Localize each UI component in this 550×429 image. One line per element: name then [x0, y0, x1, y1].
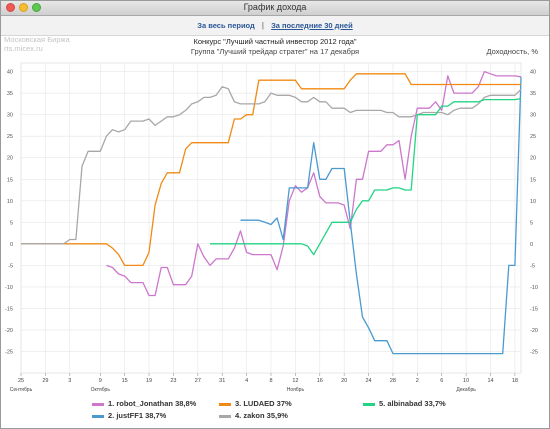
x-month-label: Декабрь [456, 387, 476, 393]
legend-item-zakon[interactable]: 4. zakon 35,9% [219, 411, 288, 420]
x-tick-label: 4 [245, 378, 248, 384]
x-tick-label: 3 [68, 378, 71, 384]
y-tick-label-left: -15 [5, 306, 13, 312]
y-tick-label-right: 40 [530, 70, 536, 76]
y-tick-label-right: 20 [530, 156, 536, 162]
y-tick-label-right: 0 [530, 242, 533, 248]
y-tick-label-left: -10 [5, 285, 13, 291]
x-tick-label: 16 [317, 378, 323, 384]
x-tick-label: 6 [440, 378, 443, 384]
app-window: График дохода За весь период | За послед… [0, 0, 550, 429]
x-tick-label: 23 [170, 378, 176, 384]
legend-label-justff1: 2. justFF1 38,7% [108, 411, 167, 420]
income-chart: 40 40 35 35 30 30 25 25 20 20 15 15 10 10 5 5 0 0 -5 -5 -10 -… [5, 62, 538, 393]
legend-item-ludaed[interactable]: 3. LUDAED 37% [219, 399, 292, 408]
x-tick-label: 31 [219, 378, 225, 384]
x-tick-label: 27 [195, 378, 201, 384]
legend-item-robot-jonathan[interactable]: 1. robot_Jonathan 38,8% [92, 399, 196, 408]
y-tick-label-left: -20 [5, 328, 13, 334]
x-tick-label: 19 [146, 378, 152, 384]
x-tick-label: 12 [292, 378, 298, 384]
x-month-label: Октябрь [91, 387, 111, 393]
y-tick-label-right: 35 [530, 91, 536, 97]
y-tick-label-left: 5 [10, 220, 13, 226]
x-tick-label: 24 [365, 378, 371, 384]
y-tick-label-right: 5 [530, 220, 533, 226]
y-tick-label-right: 25 [530, 134, 536, 140]
x-tick-label: 10 [463, 378, 469, 384]
legend-swatch-robot-jonathan [92, 402, 104, 406]
legend-swatch-justff1 [92, 414, 104, 418]
chart-legend: 1. robot_Jonathan 38,8% 3. LUDAED 37% 5.… [1, 399, 549, 423]
legend-label-zakon: 4. zakon 35,9% [235, 411, 288, 420]
legend-swatch-ludaed [219, 402, 231, 406]
y-tick-label-right: -25 [530, 349, 538, 355]
y-tick-label-left: 15 [7, 177, 13, 183]
legend-label-ludaed: 3. LUDAED 37% [235, 399, 292, 408]
y-tick-label-left: -5 [8, 263, 13, 269]
legend-label-robot-jonathan: 1. robot_Jonathan 38,8% [108, 399, 197, 408]
x-tick-label: 20 [341, 378, 347, 384]
x-tick-label: 25 [18, 378, 24, 384]
y-tick-label-left: 0 [10, 242, 13, 248]
x-tick-label: 8 [269, 378, 272, 384]
legend-label-albinabad: 5. albinabad 33,7% [379, 399, 446, 408]
y-tick-label-left: -25 [5, 349, 13, 355]
x-tick-label: 28 [390, 378, 396, 384]
legend-item-justff1[interactable]: 2. justFF1 38,7% [92, 411, 166, 420]
x-tick-label: 15 [122, 378, 128, 384]
y-tick-label-right: -10 [530, 285, 538, 291]
y-tick-label-right: 15 [530, 177, 536, 183]
y-tick-label-right: 10 [530, 199, 536, 205]
y-tick-label-right: -20 [530, 328, 538, 334]
x-month-label: Сентябрь [10, 387, 33, 393]
legend-item-albinabad[interactable]: 5. albinabad 33,7% [363, 399, 446, 408]
y-tick-label-left: 40 [7, 70, 13, 76]
x-month-label: Ноябрь [287, 387, 305, 393]
y-tick-label-right: -15 [530, 306, 538, 312]
y-tick-label-right: -5 [530, 263, 535, 269]
y-tick-label-left: 20 [7, 156, 13, 162]
x-tick-label: 29 [42, 378, 48, 384]
x-tick-label: 14 [487, 378, 493, 384]
y-tick-label-left: 35 [7, 91, 13, 97]
y-tick-label-left: 30 [7, 113, 13, 119]
x-tick-label: 18 [512, 378, 518, 384]
x-tick-label: 9 [99, 378, 102, 384]
y-tick-label-left: 10 [7, 199, 13, 205]
legend-swatch-zakon [219, 414, 231, 418]
y-tick-label-right: 30 [530, 113, 536, 119]
y-tick-label-left: 25 [7, 134, 13, 140]
legend-swatch-albinabad [363, 402, 375, 406]
x-tick-label: 2 [416, 378, 419, 384]
